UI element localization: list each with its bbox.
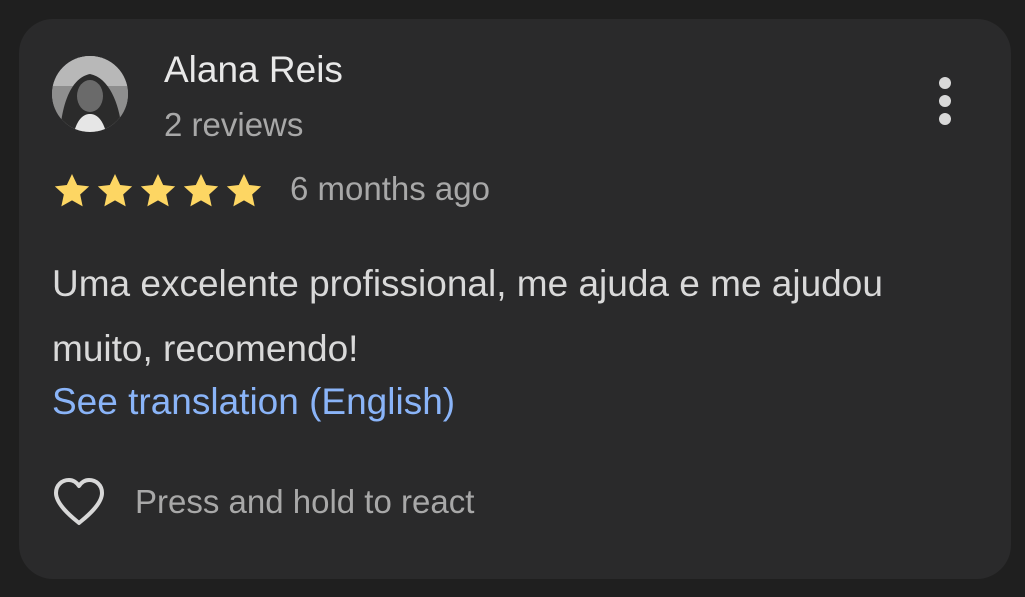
- star-icon: [52, 171, 92, 211]
- more-options-button[interactable]: [923, 73, 967, 129]
- author-name[interactable]: Alana Reis: [164, 49, 343, 91]
- avatar[interactable]: [52, 56, 128, 132]
- more-vert-icon: [939, 77, 951, 89]
- star-rating: [52, 171, 264, 211]
- star-icon: [95, 171, 135, 211]
- react-button[interactable]: Press and hold to react: [52, 477, 474, 527]
- star-icon: [224, 171, 264, 211]
- see-translation-link[interactable]: See translation (English): [52, 377, 455, 427]
- review-time: 6 months ago: [290, 170, 490, 207]
- heart-outline-icon: [52, 477, 106, 527]
- author-review-count: 2 reviews: [164, 106, 304, 143]
- star-icon: [138, 171, 178, 211]
- star-icon: [181, 171, 221, 211]
- review-card: Alana Reis 2 reviews 6 months ago Uma ex…: [19, 19, 1011, 579]
- avatar-photo: [52, 56, 128, 132]
- review-text: Uma excelente profissional, me ajuda e m…: [52, 263, 883, 369]
- react-hint-label: Press and hold to react: [135, 483, 475, 520]
